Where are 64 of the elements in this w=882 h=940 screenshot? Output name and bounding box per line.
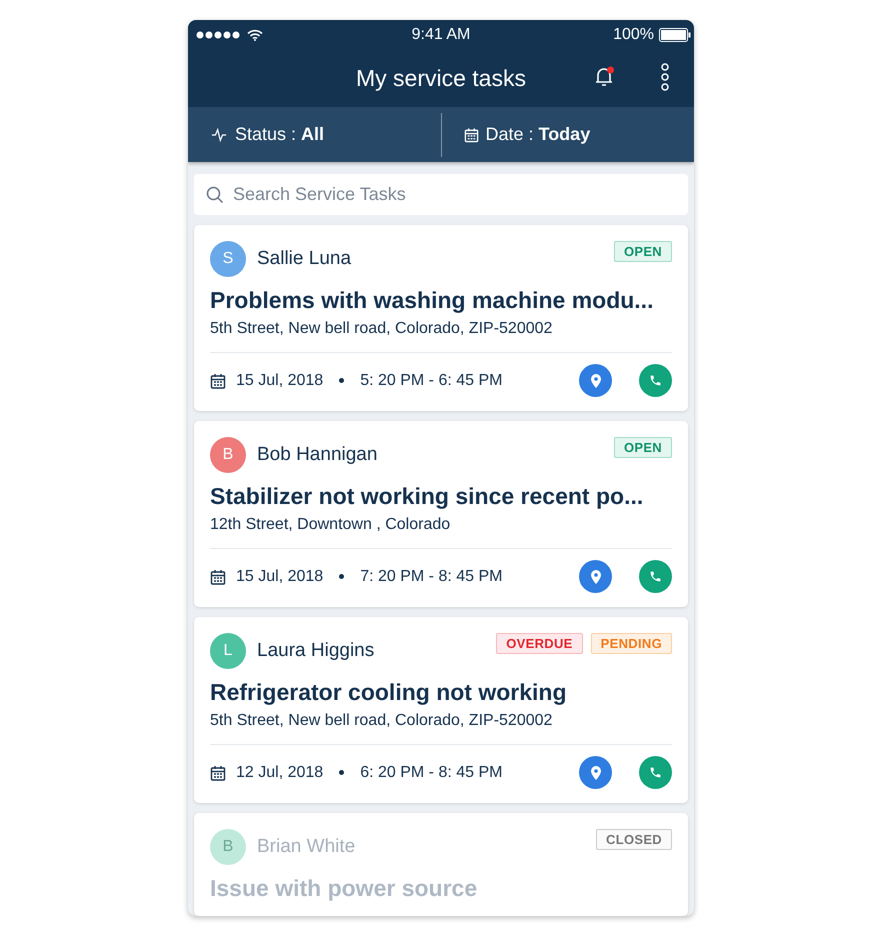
task-card[interactable]: B Brian White CLOSED Issue with power source [194, 813, 688, 916]
task-title: Refrigerator cooling not working [210, 679, 568, 706]
task-title: Problems with washing machine modu... [210, 287, 654, 314]
task-date: 15 Jul, 2018 [236, 568, 324, 586]
task-title: Issue with power source [210, 875, 478, 902]
phone-icon [649, 766, 662, 779]
customer-name: Brian White [257, 836, 356, 858]
status-tag: OPEN [614, 241, 672, 262]
location-button[interactable] [579, 756, 612, 789]
task-address: 12th Street, Downtown , Colorado [210, 516, 452, 534]
search-icon [206, 186, 224, 204]
wifi-icon [247, 28, 263, 41]
calendar-icon [210, 372, 226, 388]
status-tag: PENDING [590, 633, 672, 654]
filter-button[interactable]: Status : All [188, 107, 440, 162]
filter-button[interactable]: Date : Today [442, 107, 694, 162]
task-date: 15 Jul, 2018 [236, 372, 324, 390]
activity-icon [210, 126, 228, 142]
avatar: B [210, 437, 246, 473]
signal-icon [196, 30, 242, 40]
calendar-icon [210, 764, 226, 780]
more-menu-icon[interactable] [660, 62, 670, 91]
search-field[interactable]: Search Service Tasks [194, 174, 688, 215]
filter-label: Status : All [235, 124, 324, 145]
status-tag: OPEN [614, 437, 672, 458]
pin-icon [590, 374, 602, 388]
status-tag: OVERDUE [496, 633, 583, 654]
call-button[interactable] [639, 560, 672, 593]
location-button[interactable] [579, 560, 612, 593]
separator-dot [339, 574, 344, 579]
task-address: 5th Street, New bell road, Colorado, ZIP-520002 [210, 712, 554, 730]
task-card[interactable]: B Bob Hannigan OPEN Stabilizer not working since recent po... 12th Street, Downtown , Colorado 15 Jul, 2018 7: 20 PM - 8: 45 PM [194, 421, 688, 607]
avatar: B [210, 829, 246, 865]
status-tag: CLOSED [596, 829, 672, 850]
task-time: 6: 20 PM - 8: 45 PM [360, 764, 502, 782]
battery-icon [659, 28, 691, 42]
customer-name: Laura Higgins [257, 640, 376, 662]
notification-bell-icon[interactable] [594, 66, 616, 88]
customer-name: Bob Hannigan [257, 444, 378, 466]
task-address: 5th Street, New bell road, Colorado, ZIP-520002 [210, 320, 554, 338]
customer-name: Sallie Luna [257, 248, 352, 270]
separator-dot [339, 770, 344, 775]
call-button[interactable] [639, 756, 672, 789]
pin-icon [590, 766, 602, 780]
calendar-icon [464, 126, 478, 142]
avatar: S [210, 241, 246, 277]
calendar-icon [210, 568, 226, 584]
task-date: 12 Jul, 2018 [236, 764, 324, 782]
separator-dot [339, 378, 344, 383]
filter-label: Date : Today [486, 124, 590, 145]
task-card[interactable]: S Sallie Luna OPEN Problems with washing machine modu... 5th Street, New bell road, Colorado, ZIP-520002 15 Jul, 2018 5: 20 PM - 6: 45 PM [194, 225, 688, 411]
phone-icon [649, 374, 662, 387]
task-title: Stabilizer not working since recent po... [210, 483, 644, 510]
phone-icon [649, 570, 662, 583]
avatar: L [210, 633, 246, 669]
status-time: 9:41 AM [412, 26, 470, 44]
task-time: 5: 20 PM - 6: 45 PM [360, 372, 502, 390]
battery-percent: 100% [613, 26, 654, 44]
pin-icon [590, 570, 602, 584]
screen-title: My service tasks [356, 64, 526, 92]
call-button[interactable] [639, 364, 672, 397]
task-time: 7: 20 PM - 8: 45 PM [360, 568, 502, 586]
task-card[interactable]: L Laura Higgins OVERDUE PENDING Refrigerator cooling not working 5th Street, New bell road, Colorado, ZIP-520002 12 Jul, 2018 6: 20 PM - 8: 45 PM [194, 617, 688, 803]
location-button[interactable] [579, 364, 612, 397]
